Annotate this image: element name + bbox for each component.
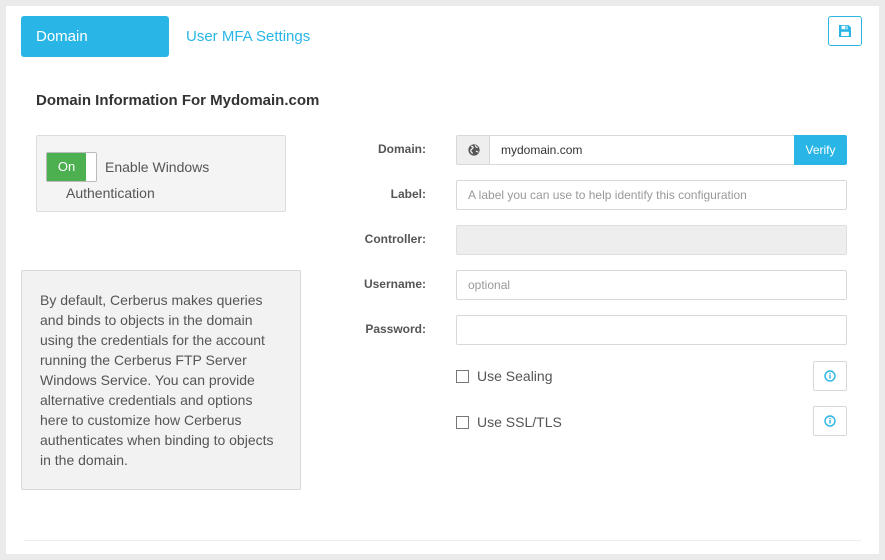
domain-label: Domain: [378, 142, 426, 156]
label-input[interactable] [456, 180, 847, 210]
windows-auth-label: Enable Windows Authentication [66, 159, 210, 201]
username-label: Username: [363, 277, 426, 291]
info-icon [824, 370, 836, 382]
password-input[interactable] [456, 315, 847, 345]
domain-input[interactable] [489, 135, 795, 165]
use-sealing-checkbox[interactable] [456, 369, 469, 383]
tab-user-mfa-settings[interactable]: User MFA Settings [171, 16, 325, 57]
ssl-info-button[interactable] [813, 406, 847, 436]
sealing-info-button[interactable] [813, 361, 847, 391]
password-label: Password: [365, 322, 426, 336]
username-input[interactable] [456, 270, 847, 300]
use-ssl-label: Use SSL/TLS [477, 414, 562, 430]
main-panel: Domain Overview User MFA Settings Domain… [6, 6, 879, 554]
floppy-disk-icon [839, 25, 851, 37]
use-ssl-checkbox[interactable] [456, 415, 469, 429]
page-title: Domain Information For Mydomain.com [36, 92, 320, 109]
domain-addon [456, 135, 490, 165]
bottom-divider [24, 540, 861, 541]
controller-input [456, 225, 847, 255]
use-sealing-label: Use Sealing [477, 368, 553, 384]
label-field-label: Label: [390, 187, 426, 201]
tab-domain-overview[interactable]: Domain Overview [21, 16, 169, 86]
info-description: By default, Cerberus makes queries and b… [21, 270, 301, 490]
use-ssl-row[interactable]: Use SSL/TLS [456, 414, 562, 430]
controller-label: Controller: [364, 232, 426, 246]
info-icon [824, 415, 836, 427]
verify-button[interactable]: Verify [794, 135, 847, 165]
use-sealing-row[interactable]: Use Sealing [456, 368, 553, 384]
windows-auth-box: On Enable Windows Authentication [36, 135, 286, 212]
save-button[interactable] [828, 16, 862, 46]
globe-icon [467, 144, 480, 156]
